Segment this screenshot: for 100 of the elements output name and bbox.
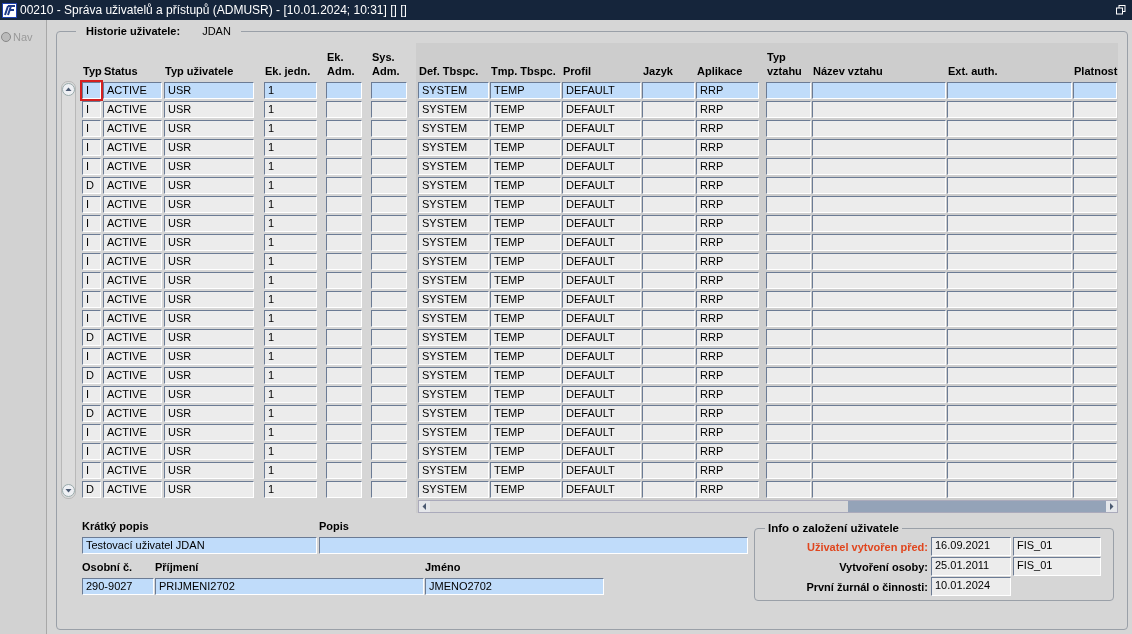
empty-cell[interactable] [371,195,407,213]
date-field[interactable]: 10.01.2024 [931,577,1011,597]
table-cell[interactable]: I [82,290,101,308]
table-cell[interactable]: I [82,233,101,251]
empty-cell[interactable] [326,290,362,308]
table-cell[interactable]: SYSTEM [418,195,489,213]
table-cell[interactable]: DEFAULT [562,81,641,99]
table-cell[interactable]: TEMP [490,195,561,213]
table-cell[interactable]: TEMP [490,404,561,422]
empty-cell[interactable] [326,100,362,118]
table-cell[interactable]: RRP [696,81,759,99]
table-cell[interactable]: DEFAULT [562,233,641,251]
table-cell[interactable]: RRP [696,442,759,460]
table-cell[interactable]: DEFAULT [562,347,641,365]
table-cell[interactable]: TEMP [490,233,561,251]
table-cell[interactable]: 1 [264,271,317,289]
table-cell[interactable]: RRP [696,366,759,384]
empty-cell[interactable] [326,461,362,479]
table-cell[interactable]: USR [164,214,254,232]
table-cell[interactable]: ACTIVE [103,328,162,346]
table-cell[interactable]: TEMP [490,138,561,156]
empty-cell[interactable] [326,81,362,99]
table-cell[interactable]: I [82,385,101,403]
table-cell[interactable]: 1 [264,404,317,422]
table-cell[interactable]: DEFAULT [562,290,641,308]
table-cell[interactable]: I [82,309,101,327]
table-cell[interactable]: USR [164,252,254,270]
table-cell[interactable]: RRP [696,480,759,498]
table-cell[interactable]: USR [164,138,254,156]
table-cell[interactable]: TEMP [490,176,561,194]
table-cell[interactable]: TEMP [490,81,561,99]
table-cell[interactable]: RRP [696,404,759,422]
input-field[interactable] [319,536,748,554]
table-cell[interactable]: RRP [696,233,759,251]
table-cell[interactable]: USR [164,347,254,365]
table-cell[interactable]: 1 [264,442,317,460]
table-cell[interactable]: I [82,442,101,460]
table-cell[interactable]: DEFAULT [562,271,641,289]
horizontal-scrollbar[interactable] [418,499,1118,513]
table-cell[interactable]: RRP [696,214,759,232]
table-cell[interactable]: TEMP [490,252,561,270]
table-cell[interactable]: TEMP [490,214,561,232]
table-cell[interactable]: TEMP [490,347,561,365]
table-cell[interactable]: ACTIVE [103,214,162,232]
table-cell[interactable]: ACTIVE [103,81,162,99]
table-cell[interactable]: ACTIVE [103,309,162,327]
empty-cell[interactable] [326,138,362,156]
table-cell[interactable]: SYSTEM [418,157,489,175]
table-cell[interactable]: SYSTEM [418,176,489,194]
table-cell[interactable]: RRP [696,195,759,213]
empty-cell[interactable] [326,119,362,137]
table-cell[interactable]: TEMP [490,385,561,403]
empty-cell[interactable] [326,385,362,403]
table-cell[interactable]: 1 [264,290,317,308]
empty-cell[interactable] [371,214,407,232]
table-cell[interactable]: DEFAULT [562,461,641,479]
empty-cell[interactable] [371,309,407,327]
empty-cell[interactable] [371,366,407,384]
table-cell[interactable]: DEFAULT [562,195,641,213]
table-cell[interactable]: USR [164,442,254,460]
table-cell[interactable]: DEFAULT [562,138,641,156]
empty-cell[interactable] [326,233,362,251]
table-cell[interactable]: RRP [696,252,759,270]
table-cell[interactable]: DEFAULT [562,385,641,403]
table-cell[interactable]: SYSTEM [418,423,489,441]
table-cell[interactable]: SYSTEM [418,461,489,479]
table-cell[interactable]: SYSTEM [418,385,489,403]
table-cell[interactable]: 1 [264,423,317,441]
empty-cell[interactable] [371,480,407,498]
table-cell[interactable]: D [82,366,101,384]
table-cell[interactable]: RRP [696,385,759,403]
table-cell[interactable]: TEMP [490,423,561,441]
table-cell[interactable]: I [82,157,101,175]
table-cell[interactable]: SYSTEM [418,252,489,270]
table-cell[interactable]: 1 [264,461,317,479]
table-cell[interactable]: TEMP [490,290,561,308]
table-cell[interactable]: I [82,195,101,213]
table-cell[interactable]: ACTIVE [103,233,162,251]
table-cell[interactable]: DEFAULT [562,119,641,137]
vertical-scrollbar[interactable] [61,80,76,499]
table-cell[interactable]: USR [164,366,254,384]
table-cell[interactable]: USR [164,480,254,498]
table-cell[interactable]: 1 [264,252,317,270]
table-cell[interactable]: SYSTEM [418,442,489,460]
table-cell[interactable]: TEMP [490,309,561,327]
table-cell[interactable]: ACTIVE [103,480,162,498]
empty-cell[interactable] [371,252,407,270]
empty-cell[interactable] [326,214,362,232]
empty-cell[interactable] [371,157,407,175]
table-cell[interactable]: ACTIVE [103,119,162,137]
table-cell[interactable]: SYSTEM [418,290,489,308]
table-cell[interactable]: ACTIVE [103,138,162,156]
input-field[interactable]: JMENO2702 [425,577,604,595]
table-cell[interactable]: RRP [696,138,759,156]
date-field[interactable]: 25.01.2011 [931,557,1011,577]
scroll-thumb[interactable] [430,500,848,512]
table-cell[interactable]: DEFAULT [562,404,641,422]
table-cell[interactable]: I [82,252,101,270]
table-cell[interactable]: I [82,347,101,365]
table-cell[interactable]: TEMP [490,461,561,479]
